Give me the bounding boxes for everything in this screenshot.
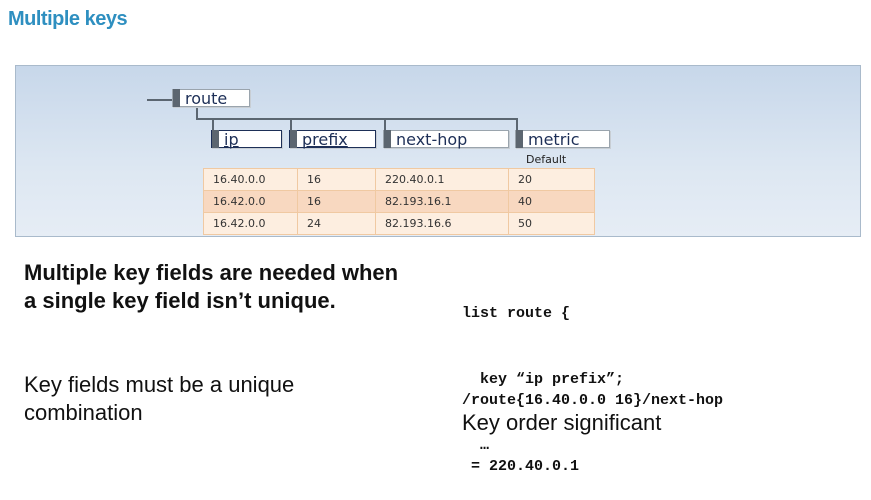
node-metric-label: metric [528,130,580,149]
table-row: 16.40.0.0 16 220.40.0.1 20 [203,168,595,191]
table-cell-metric: 50 [508,212,595,235]
node-metric: metric [515,130,610,149]
page-title: Multiple keys [8,8,128,30]
root-lead-line [147,99,172,101]
table-cell-next-hop: 220.40.0.1 [375,168,509,191]
table-row: 16.42.0.0 24 82.193.16.6 50 [203,212,595,235]
route-data-table: 16.40.0.0 16 220.40.0.1 20 16.42.0.0 16 … [203,168,595,235]
table-cell-prefix: 16 [297,168,376,191]
table-cell-ip: 16.42.0.0 [203,190,298,213]
table-cell-prefix: 16 [297,190,376,213]
table-cell-metric: 20 [508,168,595,191]
metric-default-label: Default [526,153,567,166]
node-next-hop-label: next-hop [396,130,468,149]
table-cell-metric: 40 [508,190,595,213]
code-line: list route { [462,305,571,322]
key-order-note: Key order significant [462,410,662,435]
node-next-hop: next-hop [383,130,509,149]
table-cell-ip: 16.40.0.0 [203,168,298,191]
unique-combination-note: Key fields must be a unique combination [24,372,295,425]
node-ip: ip [211,130,282,149]
table-cell-ip: 16.42.0.0 [203,212,298,235]
node-ip-label: ip [224,130,239,149]
table-cell-prefix: 24 [297,212,376,235]
code-line: /route{16.40.0.0 16}/next-hop [462,392,724,409]
node-route-label: route [185,89,228,108]
table-cell-next-hop: 82.193.16.1 [375,190,509,213]
table-cell-next-hop: 82.193.16.6 [375,212,509,235]
node-prefix-label: prefix [302,130,348,149]
multiple-key-explanation: Multiple key fields are needed when a si… [24,260,399,313]
children-bus-line [196,118,518,120]
table-row: 16.42.0.0 16 82.193.16.1 40 [203,190,595,213]
code-line: = 220.40.0.1 [462,458,580,475]
node-prefix: prefix [289,130,376,149]
node-route: route [172,89,250,108]
